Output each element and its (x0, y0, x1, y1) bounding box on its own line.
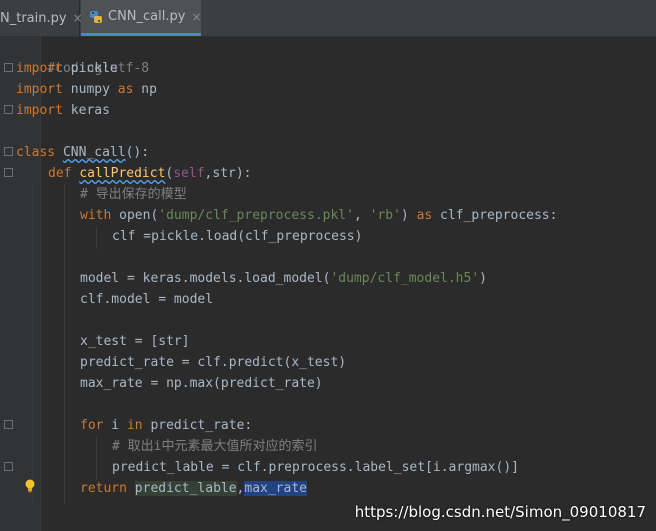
code-line-15: x_test = [str] (80, 334, 190, 349)
fold-marker-icon[interactable] (4, 168, 13, 177)
code-line-9: with open('dump/clf_preprocess.pkl', 'rb… (80, 208, 558, 223)
code-line-13: clf.model = model (80, 292, 214, 307)
code-line-17: max_rate = np.max(predict_rate) (80, 376, 323, 391)
lightbulb-icon[interactable] (24, 478, 36, 493)
code-line-10: clf =pickle.load(clf_preprocess) (112, 229, 363, 244)
code-line-16: predict_rate = clf.predict(x_test) (80, 355, 347, 370)
fold-marker-icon[interactable] (4, 105, 13, 114)
code-line-22: return predict_lable,max_rate (80, 481, 307, 496)
fold-marker-icon[interactable] (4, 147, 13, 156)
close-icon[interactable]: × (191, 10, 201, 24)
watermark-text: https://blog.csdn.net/Simon_09010817 (354, 503, 646, 521)
tab-cnn-call[interactable]: CNN_call.py × (81, 0, 202, 36)
code-line-1: #coding:utf-8 (47, 61, 150, 76)
fold-marker-icon[interactable] (4, 63, 13, 72)
python-file-icon (89, 10, 103, 24)
code-line-20: # 取出i中元素最大值所对应的索引 (112, 439, 318, 454)
code-line-12: model = keras.models.load_model('dump/cl… (80, 271, 487, 286)
code-line-6: class CNN_call(): (16, 145, 150, 160)
tab-n-train[interactable]: N_train.py × (0, 0, 83, 36)
code-line-2: import pickle (16, 61, 118, 76)
indent-guide (96, 227, 97, 249)
tab-label: CNN_call.py (108, 9, 186, 24)
code-line-7: def callPredict(self,str): (48, 166, 252, 181)
code-line-3: import numpy as np (16, 82, 157, 97)
indent-guide (96, 436, 97, 480)
indent-guide (64, 184, 65, 504)
tab-label: N_train.py (0, 10, 67, 26)
fold-marker-icon[interactable] (4, 420, 13, 429)
code-line-21: predict_lable = clf.preprocess.label_set… (112, 460, 519, 475)
code-line-4: import keras (16, 103, 110, 118)
fold-marker-icon[interactable] (4, 462, 13, 471)
editor-tab-bar: N_train.py × CNN_call.py × (0, 0, 656, 37)
code-line-8: # 导出保存的模型 (80, 187, 187, 202)
indent-guide (32, 184, 33, 504)
code-line-19: for i in predict_rate: (80, 418, 253, 433)
